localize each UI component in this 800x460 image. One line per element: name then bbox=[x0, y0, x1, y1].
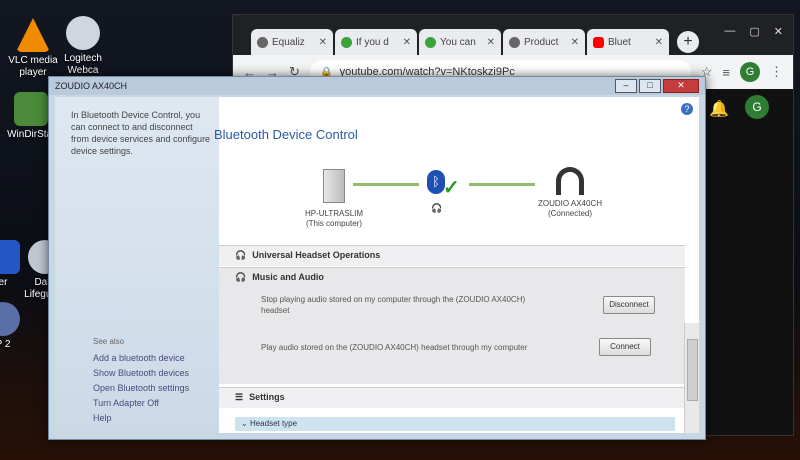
tab-title: Equaliz bbox=[272, 36, 305, 48]
tab-2[interactable]: If you d ✕ bbox=[335, 29, 417, 55]
extensions-icon[interactable]: ≡ bbox=[722, 65, 730, 80]
bluetooth-dialog: ZOUDIO AX40CH – □ ✕ In Bluetooth Device … bbox=[48, 76, 706, 440]
scrollbar[interactable] bbox=[684, 323, 699, 433]
link-list: Add a bluetooth device Show Bluetooth de… bbox=[93, 353, 189, 428]
headset-type-label: Headset type bbox=[249, 419, 298, 428]
computer-icon bbox=[323, 169, 345, 203]
desktop-icon-partial-2[interactable]: P 2 bbox=[0, 302, 34, 351]
page-avatar[interactable]: G bbox=[745, 95, 769, 119]
close-icon[interactable]: ✕ bbox=[571, 37, 579, 48]
desktop-icon-label: er bbox=[0, 277, 8, 288]
page-title: Bluetooth Device Control bbox=[214, 127, 358, 142]
see-also-heading: See also bbox=[93, 337, 125, 346]
close-icon[interactable]: ✕ bbox=[655, 37, 663, 48]
computer-device: HP-ULTRASLIM (This computer) bbox=[279, 169, 389, 229]
computer-name: HP-ULTRASLIM bbox=[304, 209, 364, 218]
close-icon[interactable]: ✕ bbox=[319, 37, 327, 48]
minimize-button[interactable]: – bbox=[615, 79, 637, 93]
link-show-devices[interactable]: Show Bluetooth devices bbox=[93, 368, 189, 378]
tab-4[interactable]: Product ✕ bbox=[503, 29, 585, 55]
minimize-icon[interactable]: — bbox=[724, 25, 735, 38]
bell-icon[interactable]: 🔔 bbox=[709, 99, 729, 119]
new-tab-button[interactable]: + bbox=[677, 31, 699, 53]
close-button[interactable]: ✕ bbox=[663, 79, 699, 93]
link-turn-adapter-off[interactable]: Turn Adapter Off bbox=[93, 398, 189, 408]
left-pane: In Bluetooth Device Control, you can con… bbox=[55, 97, 219, 433]
dialog-titlebar: ZOUDIO AX40CH – □ ✕ bbox=[49, 77, 705, 95]
computer-sub: (This computer) bbox=[305, 219, 362, 228]
app-icon bbox=[0, 302, 20, 336]
tab-strip: Equaliz ✕ If you d ✕ You can ✕ Product ✕… bbox=[251, 29, 699, 55]
tab-title: Product bbox=[524, 36, 559, 48]
chevron-down-icon: ⌄ bbox=[241, 419, 248, 428]
window-controls: — ▢ ✕ bbox=[724, 25, 783, 38]
app-icon bbox=[0, 240, 20, 274]
main-pane: ? Bluetooth Device Control HP-ULTRASLIM … bbox=[214, 97, 699, 433]
dialog-title: ZOUDIO AX40CH bbox=[55, 81, 128, 91]
vlc-icon bbox=[16, 18, 50, 52]
wikihow-icon bbox=[425, 36, 436, 48]
universal-section-label: Universal Headset Operations bbox=[252, 250, 381, 260]
link-help[interactable]: Help bbox=[93, 413, 189, 423]
headset-icon: 🎧 bbox=[235, 271, 247, 282]
headset-type-row[interactable]: ⌄ Headset type bbox=[235, 417, 675, 431]
help-icon[interactable]: ? bbox=[681, 103, 693, 115]
close-icon[interactable]: ✕ bbox=[403, 37, 411, 48]
universal-section: 🎧 Universal Headset Operations bbox=[219, 245, 685, 266]
desktop-icon-label: P 2 bbox=[0, 339, 11, 350]
windirstat-icon bbox=[14, 92, 48, 126]
check-icon: ✓ bbox=[443, 177, 460, 199]
close-icon[interactable]: ✕ bbox=[487, 37, 495, 48]
maximize-button[interactable]: □ bbox=[639, 79, 661, 93]
maximize-icon[interactable]: ▢ bbox=[749, 25, 759, 38]
tab-title: Bluet bbox=[608, 36, 631, 48]
settings-icon: ☰ bbox=[235, 391, 244, 402]
menu-icon[interactable]: ⋮ bbox=[770, 64, 783, 80]
tab-5[interactable]: Bluet ✕ bbox=[587, 29, 669, 55]
tab-title: If you d bbox=[356, 36, 389, 48]
universal-section-header[interactable]: 🎧 Universal Headset Operations bbox=[219, 246, 685, 264]
tab-title: You can bbox=[440, 36, 476, 48]
mini-headset-icon: 🎧 bbox=[431, 203, 443, 213]
headset-name: ZOUDIO AX40CH bbox=[537, 199, 602, 208]
scrollbar-thumb[interactable] bbox=[687, 339, 698, 401]
globe-icon bbox=[257, 36, 268, 48]
music-section: 🎧 Music and Audio Stop playing audio sto… bbox=[219, 267, 685, 384]
settings-section-header[interactable]: ☰ Settings bbox=[219, 388, 685, 406]
play-audio-text: Play audio stored on the (ZOUDIO AX40CH)… bbox=[261, 343, 528, 352]
webcam-icon bbox=[66, 16, 100, 50]
disconnect-button[interactable]: Disconnect bbox=[603, 296, 655, 314]
stop-audio-text: Stop playing audio stored on my computer… bbox=[261, 295, 526, 315]
connect-button[interactable]: Connect bbox=[599, 338, 651, 356]
intro-text: In Bluetooth Device Control, you can con… bbox=[71, 110, 211, 156]
link-add-device[interactable]: Add a bluetooth device bbox=[93, 353, 189, 363]
headset-icon: 🎧 bbox=[235, 249, 247, 260]
link-open-settings[interactable]: Open Bluetooth settings bbox=[93, 383, 189, 393]
tab-3[interactable]: You can ✕ bbox=[419, 29, 501, 55]
settings-section-label: Settings bbox=[249, 392, 285, 402]
music-section-header[interactable]: 🎧 Music and Audio bbox=[219, 268, 685, 286]
headset-device: ZOUDIO AX40CH (Connected) bbox=[515, 167, 625, 219]
settings-section: ☰ Settings bbox=[219, 387, 685, 408]
profile-avatar[interactable]: G bbox=[740, 62, 760, 82]
desktop-icon-logitech[interactable]: Logitech Webca bbox=[52, 16, 114, 77]
shop-icon bbox=[509, 36, 520, 48]
tab-1[interactable]: Equaliz ✕ bbox=[251, 29, 333, 55]
headset-sub: (Connected) bbox=[547, 209, 593, 218]
desktop-icon-label: Logitech Webca bbox=[64, 53, 102, 76]
close-icon[interactable]: ✕ bbox=[774, 25, 783, 38]
connection-line-left bbox=[353, 183, 419, 186]
desktop-icon-partial[interactable]: er bbox=[0, 240, 34, 289]
music-section-label: Music and Audio bbox=[252, 272, 324, 282]
youtube-icon bbox=[593, 36, 604, 48]
headset-icon bbox=[556, 167, 584, 195]
wikihow-icon bbox=[341, 36, 352, 48]
